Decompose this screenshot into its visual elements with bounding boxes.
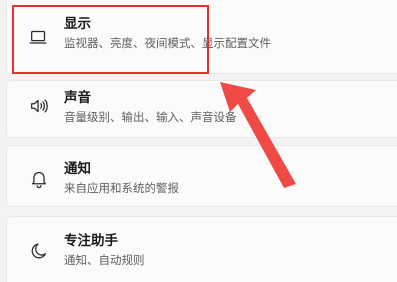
monitor-icon [27, 25, 51, 49]
settings-item-title: 声音 [64, 90, 91, 106]
settings-page: 显示 监视器、亮度、夜间模式、显示配置文件 声音 音量级别、输出、输入、声音设备 [0, 0, 397, 282]
settings-item-notifications[interactable]: 通知 来自应用和系统的警报 [6, 145, 397, 207]
settings-item-title: 通知 [64, 161, 91, 177]
bell-icon [27, 166, 51, 190]
settings-item-subtitle: 来自应用和系统的警报 [64, 181, 179, 195]
settings-item-subtitle: 通知、自动规则 [64, 253, 145, 267]
settings-item-display[interactable]: 显示 监视器、亮度、夜间模式、显示配置文件 [6, 0, 397, 74]
settings-item-focus-assist[interactable]: 专注助手 通知、自动规则 [6, 216, 397, 282]
settings-item-subtitle: 音量级别、输出、输入、声音设备 [64, 110, 237, 124]
settings-item-title: 专注助手 [64, 233, 118, 249]
moon-icon [27, 239, 51, 263]
settings-item-title: 显示 [64, 16, 91, 32]
settings-item-subtitle: 监视器、亮度、夜间模式、显示配置文件 [64, 36, 271, 50]
settings-item-sound[interactable]: 声音 音量级别、输出、输入、声音设备 [6, 80, 397, 138]
speaker-icon [27, 94, 51, 118]
